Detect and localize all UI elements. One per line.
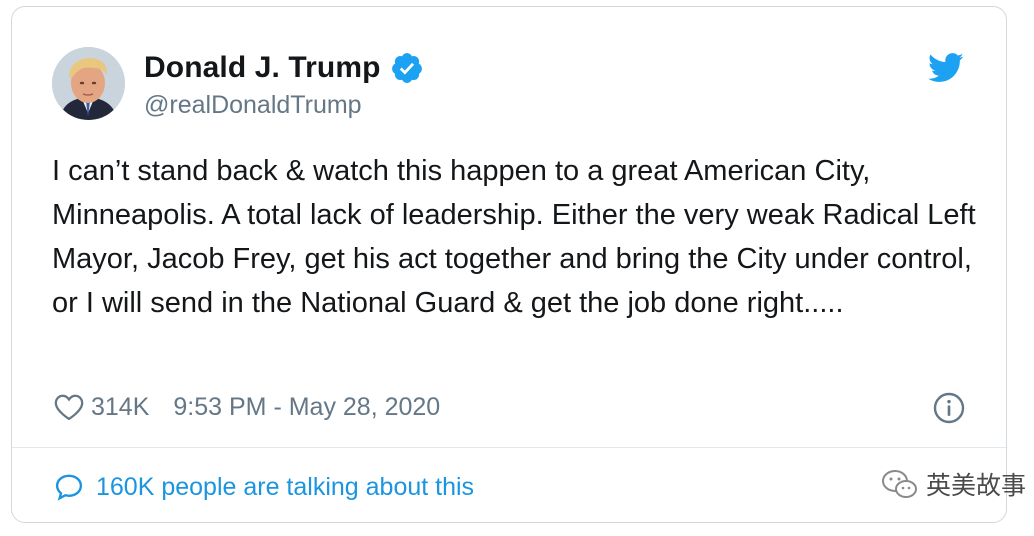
twitter-bird-icon[interactable] bbox=[928, 53, 964, 83]
divider bbox=[12, 447, 1006, 448]
tweet-meta-row: 314K 9:53 PM - May 28, 2020 bbox=[54, 389, 440, 425]
tweet-text: I can’t stand back & watch this happen t… bbox=[52, 155, 976, 319]
wechat-icon bbox=[881, 470, 917, 498]
display-name[interactable]: Donald J. Trump bbox=[144, 51, 381, 85]
author-handle[interactable]: @realDonaldTrump bbox=[144, 91, 362, 120]
heart-icon[interactable] bbox=[54, 393, 84, 421]
verified-badge-icon bbox=[391, 53, 422, 83]
tweet-card[interactable]: Donald J. Trump @realDonaldTrump I can’t… bbox=[11, 6, 1007, 523]
conversation-link[interactable]: 160K people are talking about this bbox=[54, 469, 474, 505]
watermark: 英美故事 bbox=[880, 466, 1026, 502]
author-name-row[interactable]: Donald J. Trump bbox=[144, 49, 424, 87]
info-icon[interactable] bbox=[933, 392, 965, 424]
watermark-text: 英美故事 bbox=[925, 472, 1026, 500]
speech-bubble-icon bbox=[55, 474, 83, 501]
avatar[interactable] bbox=[52, 47, 125, 120]
like-count[interactable]: 314K bbox=[91, 393, 149, 422]
tweet-timestamp[interactable]: 9:53 PM - May 28, 2020 bbox=[173, 393, 440, 422]
conversation-label[interactable]: 160K people are talking about this bbox=[96, 473, 474, 502]
